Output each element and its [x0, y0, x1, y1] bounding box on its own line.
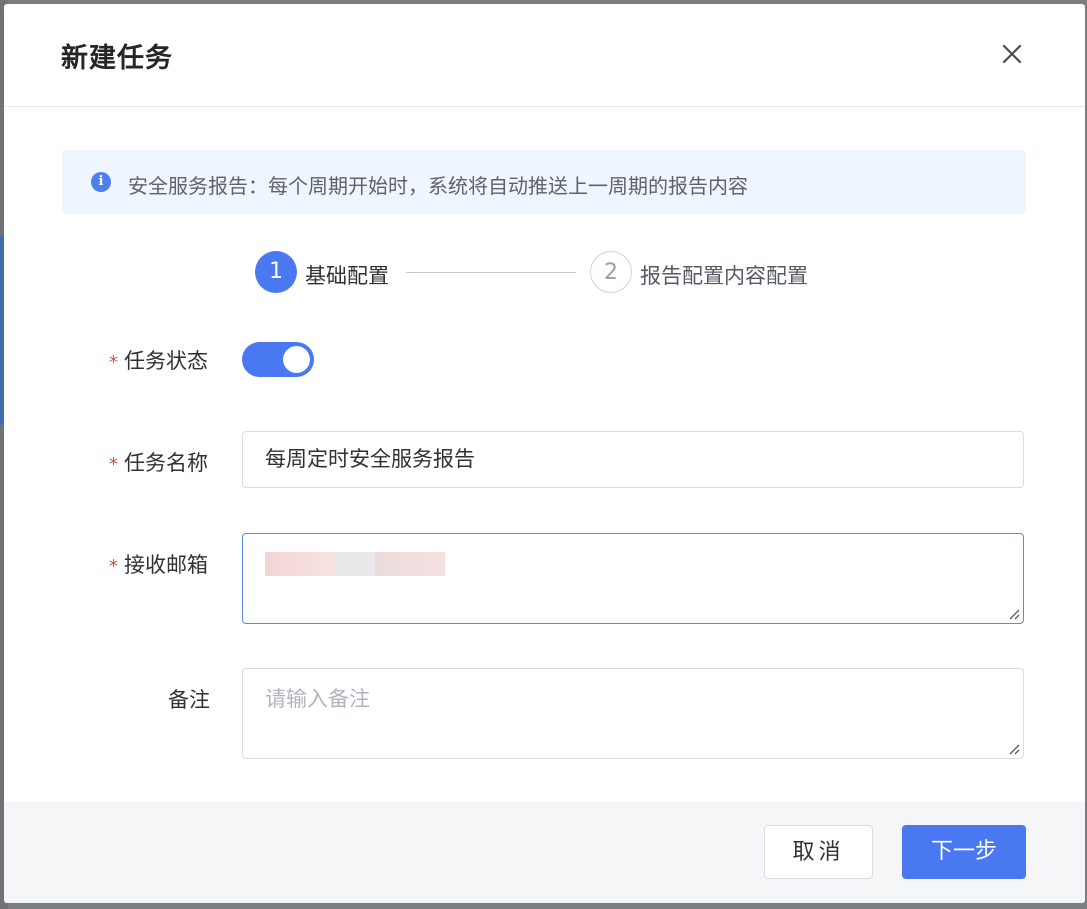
dialog-header: 新建任务	[4, 4, 1085, 107]
task-name-input[interactable]: 每周定时安全服务报告	[242, 431, 1024, 488]
alert-text: 安全服务报告：每个周期开始时，系统将自动推送上一周期的报告内容	[128, 174, 748, 198]
task-status-text: 任务状态	[124, 349, 208, 373]
dialog-title: 新建任务	[61, 43, 173, 74]
task-name-label: * 任务名称	[109, 447, 208, 477]
switch-knob	[283, 346, 310, 373]
task-name-text: 任务名称	[124, 451, 208, 475]
email-label-text: 接收邮箱	[124, 553, 208, 577]
resize-handle-icon[interactable]	[1006, 606, 1020, 620]
required-mark: *	[109, 556, 118, 577]
steps: 1 基础配置 2 报告配置内容配置	[4, 250, 1085, 300]
required-mark: *	[109, 454, 118, 475]
next-step-button[interactable]: 下一步	[902, 825, 1026, 879]
note-label: 备注	[168, 688, 210, 712]
step-1-label: 基础配置	[305, 264, 389, 288]
step-2-label: 报告配置内容配置	[640, 264, 808, 288]
step-connector	[406, 272, 576, 273]
required-mark: *	[109, 352, 118, 373]
redacted-text	[335, 552, 375, 576]
task-status-label: * 任务状态	[109, 345, 208, 375]
redacted-text	[265, 552, 335, 576]
close-icon[interactable]	[998, 40, 1026, 68]
note-placeholder: 请输入备注	[265, 687, 370, 711]
email-label: * 接收邮箱	[109, 549, 208, 579]
dialog-footer: 取消 下一步	[4, 802, 1085, 903]
redacted-text	[375, 552, 445, 576]
info-alert: i 安全服务报告：每个周期开始时，系统将自动推送上一周期的报告内容	[62, 150, 1026, 214]
note-textarea[interactable]: 请输入备注	[242, 668, 1024, 759]
info-icon: i	[91, 172, 111, 192]
step-2-number: 2	[590, 251, 632, 293]
new-task-dialog: 新建任务 i 安全服务报告：每个周期开始时，系统将自动推送上一周期的报告内容 1…	[4, 4, 1085, 903]
resize-handle-icon[interactable]	[1006, 741, 1020, 755]
cancel-button[interactable]: 取消	[764, 825, 873, 879]
email-textarea[interactable]	[242, 533, 1024, 624]
step-1-number: 1	[255, 251, 297, 293]
task-status-switch[interactable]	[242, 342, 314, 377]
